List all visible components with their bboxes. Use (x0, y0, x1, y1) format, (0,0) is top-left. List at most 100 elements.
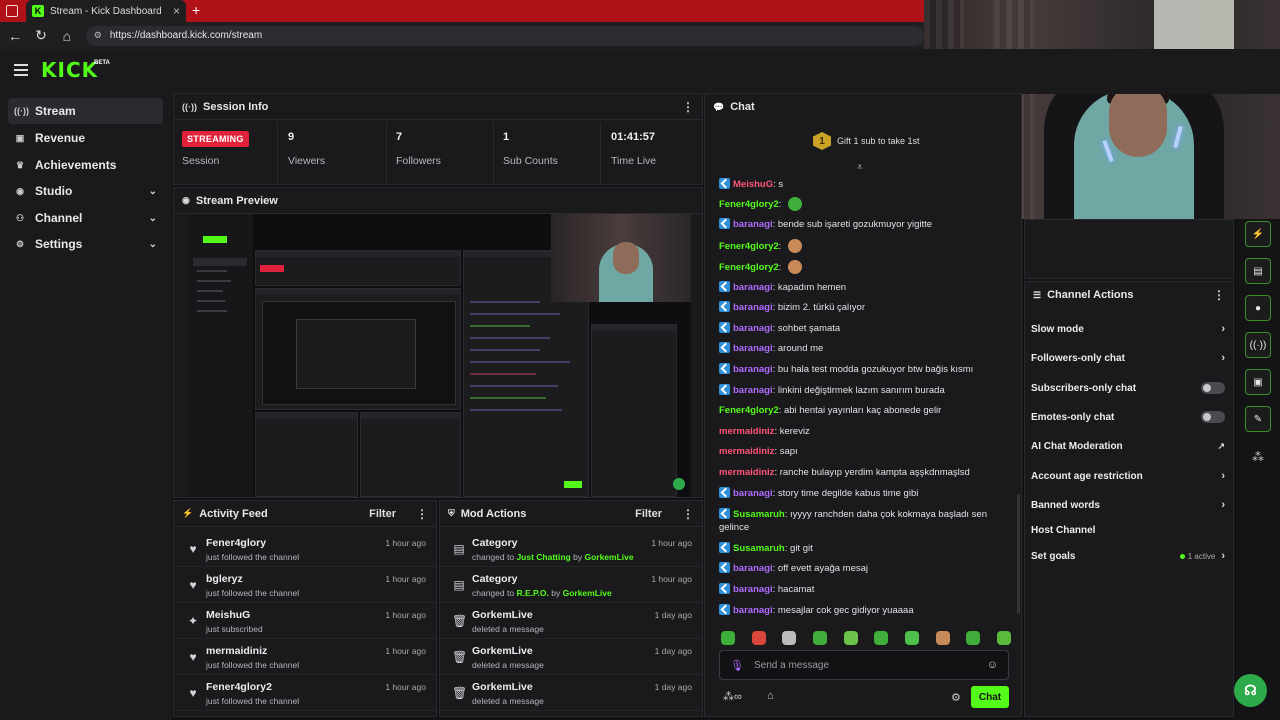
mod-time: 1 hour ago (651, 538, 692, 548)
more-options-icon[interactable]: ⋮ (416, 507, 428, 521)
account-age-row[interactable]: Account age restriction › (1031, 465, 1225, 487)
chat-username[interactable]: baranagi (733, 605, 773, 616)
filter-button[interactable]: Filter (369, 508, 396, 520)
sidebar-item-label: Channel (35, 211, 83, 225)
sidebar-item-settings[interactable]: ⚙ Settings ⌄ (8, 231, 163, 257)
shop-icon[interactable]: ⌂ (767, 690, 774, 702)
sidebar-item-stream[interactable]: ((·)) Stream (8, 98, 163, 124)
ai-moderation-row[interactable]: AI Chat Moderation ↗ (1031, 435, 1225, 457)
sidebar-item-channel[interactable]: ⚇ Channel ⌄ (8, 205, 163, 231)
chat-text: abi hentai yayınları kaç abonede gelir (783, 405, 942, 416)
more-options-icon[interactable]: ⋮ (682, 507, 694, 521)
action-label: Subscribers-only chat (1031, 382, 1137, 394)
chat-username[interactable]: Susamaruh (733, 543, 785, 554)
chat-username[interactable]: baranagi (733, 563, 773, 574)
chat-username[interactable]: baranagi (733, 584, 773, 595)
chat-username[interactable]: Fener4glory2 (719, 262, 779, 273)
emote-icon[interactable] (874, 631, 889, 645)
subscribers-only-toggle[interactable] (1201, 382, 1225, 394)
activity-time: 1 hour ago (385, 610, 426, 620)
sidebar-item-studio[interactable]: ◉ Studio ⌄ (8, 178, 163, 204)
new-tab-icon[interactable]: + (192, 2, 200, 18)
kick-logo[interactable]: KICK (41, 58, 98, 82)
window-menu-icon[interactable] (6, 5, 18, 17)
chat-message-input[interactable] (753, 659, 977, 671)
browser-tab[interactable]: K Stream - Kick Dashboard × (26, 0, 186, 22)
activity-time: 1 hour ago (385, 538, 426, 548)
emote-icon[interactable] (721, 631, 735, 645)
chat-username[interactable]: Fener4glory2 (719, 405, 779, 416)
url-field[interactable]: ⚙ https://dashboard.kick.com/stream (85, 25, 925, 46)
mod-time: 1 day ago (654, 610, 692, 620)
action-label: Set goals (1031, 550, 1076, 562)
chat-username[interactable]: baranagi (733, 343, 773, 354)
chat-username[interactable]: mermaidiniz (719, 446, 774, 457)
help-support-icon[interactable]: ☊ (1234, 674, 1267, 707)
reload-icon[interactable]: ↻ (34, 27, 48, 44)
more-options-icon[interactable]: ⋮ (682, 100, 694, 114)
lightning-icon[interactable]: ⚡ (1245, 221, 1271, 247)
emoji-icon[interactable]: ☺ (987, 659, 998, 671)
chat-username[interactable]: Fener4glory2 (719, 241, 779, 252)
url-text: https://dashboard.kick.com/stream (109, 30, 263, 41)
sidebar-item-revenue[interactable]: ▣ Revenue (8, 125, 163, 151)
chat-username[interactable]: baranagi (733, 488, 773, 499)
emote-icon[interactable] (935, 631, 950, 645)
followers-only-row[interactable]: Followers-only chat › (1031, 347, 1225, 369)
hamburger-menu-icon[interactable] (14, 64, 28, 76)
mod-row: 🗑 GorkemLive deleted a message 1 day ago (440, 603, 702, 639)
chat-input-box[interactable]: 🎙 ☺ (719, 650, 1009, 680)
set-goals-row[interactable]: Set goals 1 active › (1031, 545, 1225, 567)
filter-button[interactable]: Filter (635, 508, 662, 520)
category-icon[interactable]: ▣ (1245, 369, 1271, 395)
gift-leaderboard[interactable]: 1 Gift 1 sub to take 1st (813, 132, 920, 150)
emote-icon[interactable] (904, 631, 919, 645)
emote-icon[interactable] (966, 631, 981, 645)
chat-username[interactable]: baranagi (733, 219, 773, 230)
chat-username[interactable]: baranagi (733, 302, 773, 313)
back-icon[interactable]: ← (8, 28, 22, 44)
chat-settings-icon[interactable]: ⚙ (951, 691, 961, 704)
chat-username[interactable]: baranagi (733, 385, 773, 396)
sidebar-item-achievements[interactable]: ♛ Achievements (8, 152, 163, 178)
chat-username[interactable]: baranagi (733, 323, 773, 334)
chat-username[interactable]: MeishuG (733, 179, 773, 190)
site-info-icon[interactable]: ⚙ (94, 30, 102, 41)
more-options-icon[interactable]: ⋮ (1213, 288, 1225, 302)
subscriber-badge-icon (719, 178, 730, 189)
home-icon[interactable]: ⌂ (60, 28, 74, 44)
broadcast-icon[interactable]: ((·)) (1245, 332, 1271, 358)
emote-icon[interactable] (782, 631, 797, 645)
microphone-icon[interactable]: 🎙 (730, 659, 744, 672)
users-icon[interactable]: ⁂ (1252, 450, 1264, 464)
send-chat-button[interactable]: Chat (971, 686, 1009, 708)
stream-preview-video[interactable] (187, 214, 691, 497)
emotes-only-toggle[interactable] (1201, 411, 1225, 423)
emote-icon[interactable] (996, 631, 1011, 645)
chat-username[interactable]: mermaidiniz (719, 467, 774, 478)
chat-scrollbar[interactable] (1017, 494, 1020, 614)
chat-username[interactable]: mermaidiniz (719, 426, 774, 437)
chat-message: Susamaruh: git git (719, 542, 1009, 555)
wrench-icon[interactable]: ✎ (1245, 406, 1271, 432)
camera-icon: ◉ (182, 195, 190, 205)
preview-mod-box (360, 412, 461, 497)
emote-icon[interactable] (843, 631, 858, 645)
chat-username[interactable]: Fener4glory2 (719, 199, 779, 210)
document-icon[interactable]: ▤ (1245, 258, 1271, 284)
mod-detail: changed to Just Chatting by GorkemLive (472, 552, 634, 562)
chat-text: kapadım hemen (777, 282, 847, 293)
emote-icon[interactable] (751, 631, 766, 645)
chat-username[interactable]: Susamaruh (733, 509, 785, 520)
banned-words-row[interactable]: Banned words › (1031, 494, 1225, 516)
collapse-icon[interactable]: ⩡ (857, 162, 863, 173)
chat-bubble-icon[interactable]: ● (1245, 295, 1271, 321)
chat-message: baranagi: off evett ayağa mesaj (719, 562, 1009, 575)
slow-mode-row[interactable]: Slow mode › (1031, 318, 1225, 340)
user-settings-icon[interactable]: ⁂∞ (723, 690, 742, 703)
chat-username[interactable]: baranagi (733, 282, 773, 293)
chat-username[interactable]: baranagi (733, 364, 773, 375)
host-channel-row[interactable]: Host Channel (1031, 519, 1225, 541)
close-tab-icon[interactable]: × (173, 4, 180, 18)
emote-icon[interactable] (812, 631, 827, 645)
